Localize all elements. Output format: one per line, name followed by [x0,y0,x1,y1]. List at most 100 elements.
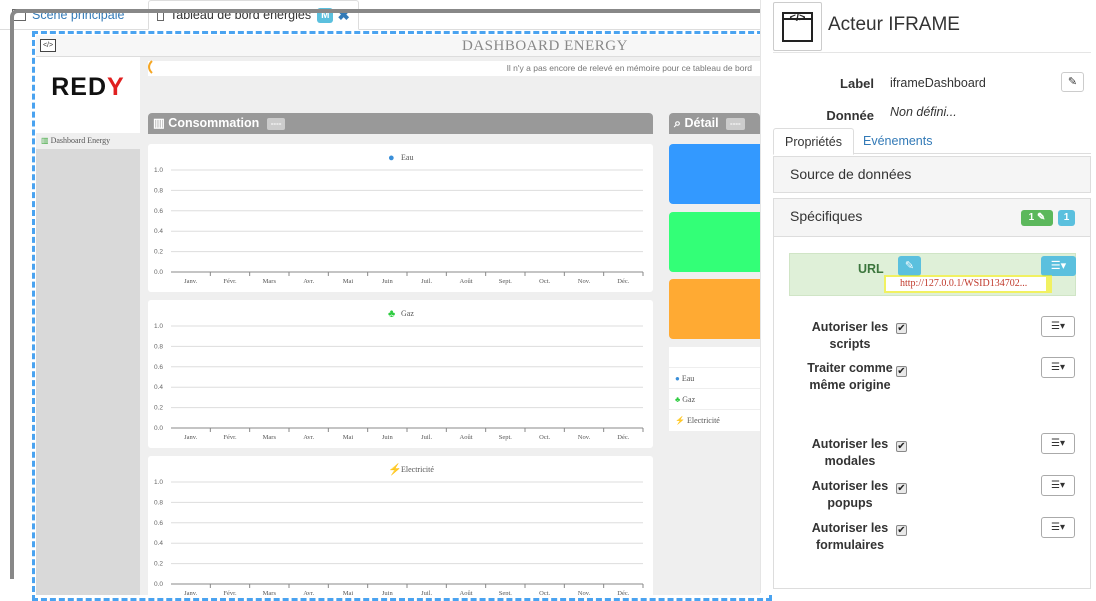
edit-icon: ✎ [1067,76,1078,88]
modified-count-badge: 1 ✎ [1021,210,1053,226]
pencil-icon: ✎ [1036,212,1046,223]
x-tick-label: Oct. [539,434,550,441]
x-tick-label: Déc. [617,278,629,285]
y-tick-label: 1.0 [154,479,163,486]
y-tick-label: 0.0 [154,269,163,276]
dashboard-sidebar: REDY ▥ Dashboard Energy [36,57,140,595]
x-tick-label: Déc. [617,434,629,441]
x-tick-label: Juin [382,434,394,441]
x-tick-label: Mai [343,434,354,441]
edit-icon: ✎ [904,260,915,272]
x-tick-label: Avr. [303,278,314,285]
option-settings-button[interactable]: ☰▾ [1041,433,1075,454]
code-icon: </> [40,39,56,52]
consumption-header: ▥ Consommation ---- [148,113,653,134]
consumption-filter[interactable]: ---- [266,117,286,130]
dashboard-topbar: </> DASHBOARD ENERGY [36,35,760,57]
legend-item-electricity: ⚡ Electricité [669,409,760,430]
x-tick-label: Août [460,278,473,285]
y-tick-label: 0.4 [154,540,163,547]
x-tick-label: Janv. [184,434,197,441]
chart-title: Electricité [401,465,434,474]
detail-header: ⌕ Détail ---- [669,113,760,134]
url-options-button[interactable]: ☰▾ [1041,256,1076,276]
sidebar-item-dashboard-energy[interactable]: ▥ Dashboard Energy [36,133,140,149]
y-tick-label: 0.4 [154,228,163,235]
y-tick-label: 0.2 [154,561,163,568]
url-property-row: URL ✎ ☰▾ http://127.0.0.1/WSID134702... [789,253,1076,296]
x-tick-label: Févr. [223,434,237,441]
specific-section-title: Spécifiques [790,208,863,224]
x-tick-label: Févr. [223,278,237,285]
x-tick-label: Mai [343,278,354,285]
x-tick-label: Août [460,434,473,441]
y-tick-label: 0.6 [154,208,163,215]
x-tick-label: Mars [263,434,277,441]
y-tick-label: 1.0 [154,167,163,174]
bar-chart-icon: ▥ [153,116,165,130]
y-tick-label: 0.0 [154,581,163,588]
option-settings-button[interactable]: ☰▾ [1041,475,1075,496]
y-tick-label: 1.0 [154,323,163,330]
detail-tile-gas [669,212,760,272]
option-checkbox[interactable]: ✔ [896,366,907,377]
url-label: URL [858,262,884,276]
iframe-actor-preview[interactable]: </> DASHBOARD ENERGY REDY ▥ Dashboard En… [36,35,760,595]
properties-panel: </> Acteur IFRAME Label iframeDashboard … [760,0,1096,593]
y-tick-label: 0.8 [154,343,163,350]
data-field-value[interactable]: Non défini... [890,105,957,119]
divider [773,52,1091,53]
x-tick-label: Nov. [578,278,591,285]
actor-title: Acteur IFRAME [828,14,960,35]
option-checkbox[interactable]: ✔ [896,441,907,452]
y-tick-label: 0.4 [154,384,163,391]
detail-tile-electricity [669,279,760,339]
option-checkbox[interactable]: ✔ [896,525,907,536]
dashboard-title: DASHBOARD ENERGY [462,38,628,54]
x-tick-label: Juin [382,278,394,285]
loading-arc-icon [148,60,153,74]
properties-tabs: Propriétés Evénements [773,128,1091,155]
flame-icon: ♣ [675,395,681,404]
chart-1: ♣ Gaz 1.0 0.8 0.6 0.4 0.2 0.0 Janv. Févr. Mars Avr.… [148,300,653,448]
x-tick-label: Juil. [421,434,432,441]
count-badge: 1 [1058,210,1075,226]
x-tick-label: Avr. [303,434,314,441]
option-checkbox[interactable]: ✔ [896,483,907,494]
y-tick-label: 0.8 [154,187,163,194]
data-source-section[interactable]: Source de données [773,156,1091,193]
chart-2: ⚡ Electricité 1.0 0.8 0.6 0.4 0.2 0.0 Janv. Févr.… [148,456,653,595]
y-tick-label: 0.6 [154,364,163,371]
option-label: Autoriser les modales [811,437,889,468]
x-tick-label: Sept. [499,434,513,441]
tab-properties[interactable]: Propriétés [773,128,854,155]
label-field-value: iframeDashboard [890,76,986,90]
chart-title: Gaz [401,309,414,318]
option-checkbox[interactable]: ✔ [896,323,907,334]
x-tick-label: Janv. [184,278,197,285]
detail-filter[interactable]: ---- [726,117,745,130]
no-data-notice: Il n'y a pas encore de relevé en mémoire… [148,61,760,76]
x-tick-label: Oct. [539,278,550,285]
x-tick-label: Mars [263,278,277,285]
legend-item-gas: ♣ Gaz [669,388,760,409]
sliders-icon: ☰▾ [1050,260,1067,272]
tab-events[interactable]: Evénements [852,128,943,155]
url-value[interactable]: http://127.0.0.1/WSID134702... [886,277,1046,291]
x-tick-label: Juil. [421,278,432,285]
option-settings-button[interactable]: ☰▾ [1041,357,1075,378]
lightning-icon: ⚡ [675,416,685,425]
option-settings-button[interactable]: ☰▾ [1041,517,1075,538]
magnifier-icon: ⌕ [674,116,682,130]
edit-label-button[interactable]: ✎ [1061,72,1084,92]
option-label: Traiter comme même origine [807,361,893,392]
edit-url-button[interactable]: ✎ [898,256,921,276]
data-field-label: Donnée [826,108,874,123]
water-drop-icon: ● [388,152,395,164]
redy-logo: REDY [36,57,140,133]
chart-icon: ▥ [41,136,51,145]
option-settings-button[interactable]: ☰▾ [1041,316,1075,337]
option-label: Autoriser les scripts [811,320,889,351]
y-tick-label: 0.8 [154,499,163,506]
water-drop-icon: ● [675,374,680,383]
